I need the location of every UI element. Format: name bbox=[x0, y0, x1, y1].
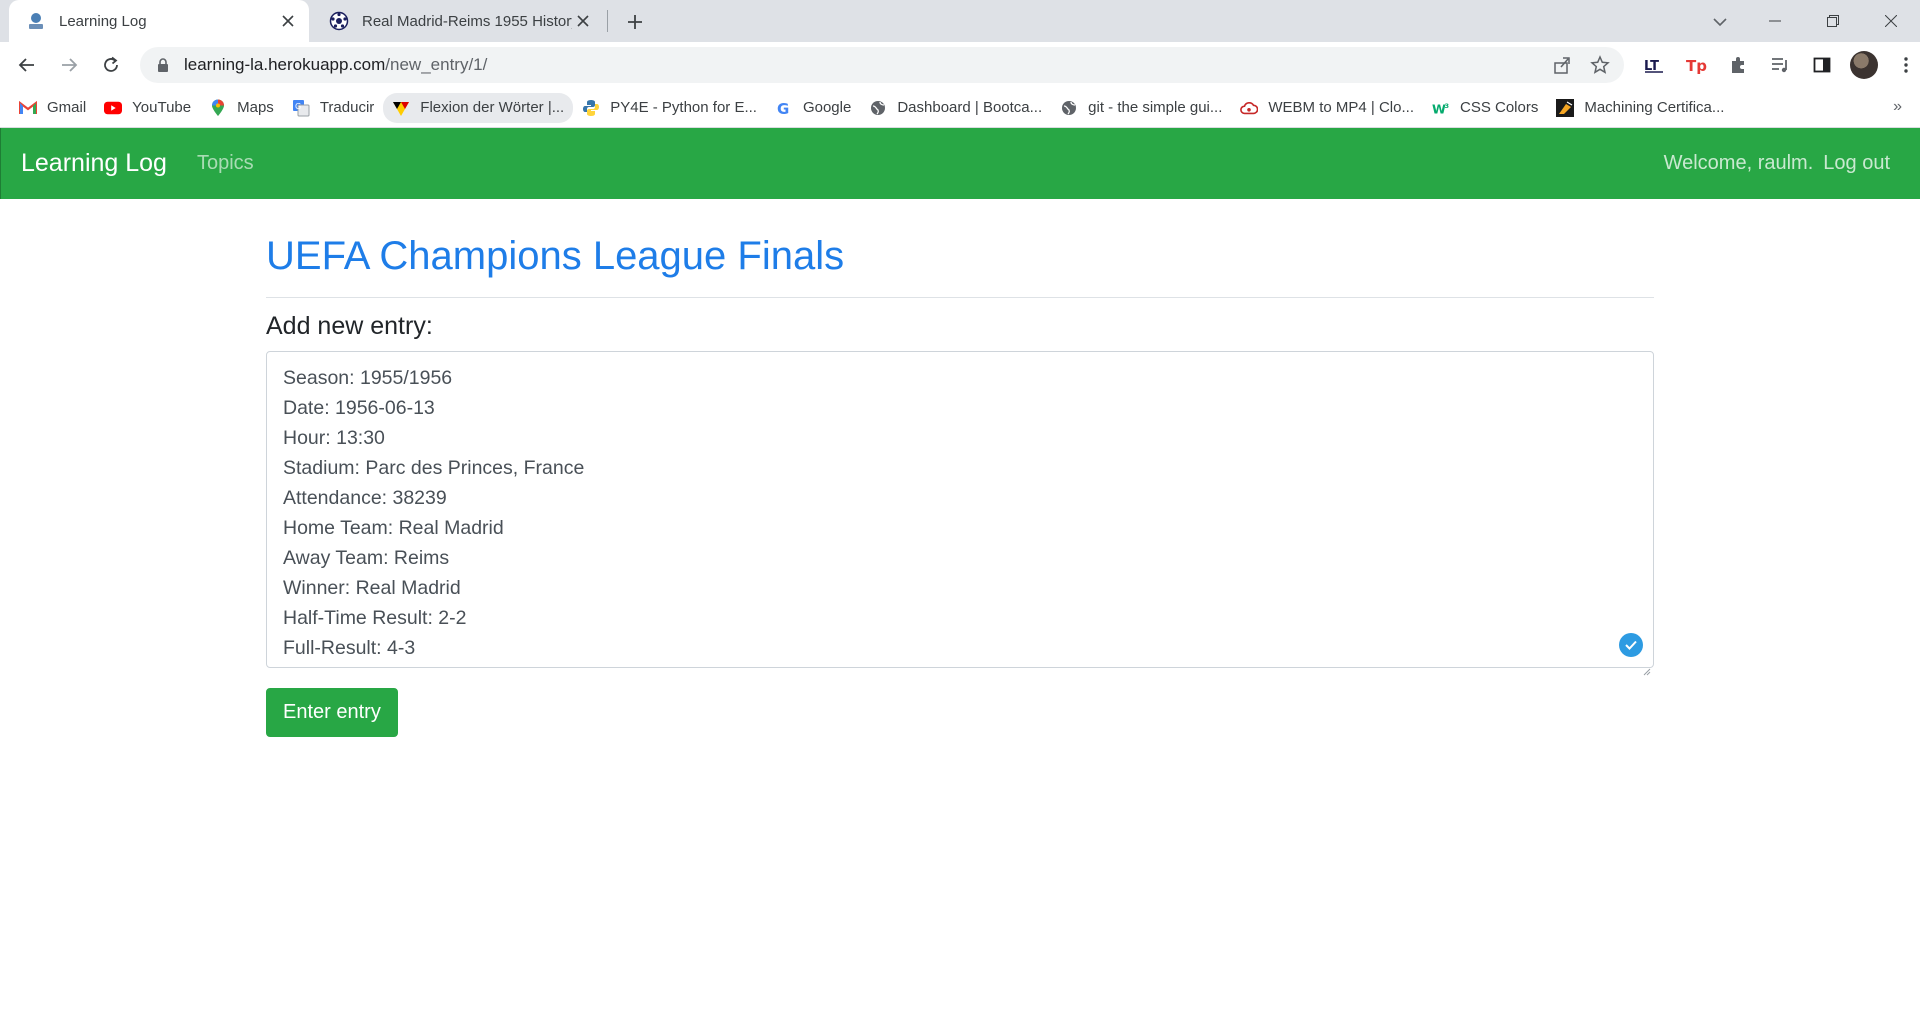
bookmark-label: Gmail bbox=[47, 99, 87, 116]
gmail-icon bbox=[19, 99, 37, 117]
entry-line: Hour: 13:30 bbox=[283, 427, 385, 449]
languagetool-extension-icon[interactable]: LT bbox=[1636, 47, 1672, 83]
divider bbox=[266, 297, 1654, 298]
machining-icon bbox=[1556, 98, 1575, 117]
main-container: UEFA Champions League Finals Add new ent… bbox=[266, 200, 1654, 737]
bookmark-label: Machining Certifica... bbox=[1584, 99, 1725, 116]
side-panel-icon[interactable] bbox=[1804, 47, 1840, 83]
bookmark-git[interactable]: git - the simple gui... bbox=[1051, 93, 1231, 123]
entry-line: Winner: Real Madrid bbox=[283, 577, 461, 599]
grammar-check-icon[interactable] bbox=[1619, 633, 1643, 657]
share-icon[interactable] bbox=[1550, 53, 1574, 77]
bookmark-star-icon[interactable] bbox=[1588, 53, 1612, 77]
form-label: Add new entry: bbox=[266, 312, 433, 340]
bookmark-label: Flexion der Wörter |... bbox=[420, 99, 565, 116]
cloud-icon bbox=[1240, 99, 1259, 117]
bookmark-py4e[interactable]: PY4E - Python for E... bbox=[573, 93, 766, 123]
media-queue-icon[interactable] bbox=[1762, 47, 1798, 83]
minimize-icon[interactable] bbox=[1746, 0, 1804, 42]
more-menu-icon[interactable] bbox=[1888, 47, 1920, 83]
entry-line: Season: 1955/1956 bbox=[283, 367, 453, 389]
logout-link[interactable]: Log out bbox=[1823, 152, 1890, 175]
tp-extension-icon[interactable]: Tp bbox=[1678, 47, 1714, 83]
restore-icon[interactable] bbox=[1804, 0, 1862, 42]
entry-line: Stadium: Parc des Princes, France bbox=[283, 457, 585, 479]
svg-text:3: 3 bbox=[1445, 103, 1449, 110]
extensions-puzzle-icon[interactable] bbox=[1720, 47, 1756, 83]
enter-entry-button[interactable]: Enter entry bbox=[266, 688, 398, 737]
tab-learning-log[interactable]: Learning Log bbox=[9, 0, 309, 42]
translate-icon: G bbox=[292, 99, 310, 117]
welcome-text: Welcome, raulm. bbox=[1663, 152, 1814, 174]
tab-title: Learning Log bbox=[59, 12, 147, 30]
app-navbar: Learning Log Topics Welcome, raulm. Log … bbox=[0, 128, 1920, 199]
entry-line: Attendance: 38239 bbox=[283, 487, 447, 509]
topics-link[interactable]: Topics bbox=[197, 152, 254, 175]
close-icon[interactable] bbox=[572, 10, 594, 32]
lock-icon[interactable] bbox=[154, 56, 172, 74]
bookmark-label: CSS Colors bbox=[1459, 99, 1539, 116]
browser-toolbar: learning-la.herokuapp.com/new_entry/1/ L… bbox=[0, 42, 1920, 88]
bookmark-label: Google bbox=[802, 99, 852, 116]
youtube-icon bbox=[104, 99, 123, 117]
back-arrow-icon[interactable] bbox=[9, 47, 45, 83]
tab-real-madrid-reims[interactable]: Real Madrid-Reims 1955 History | bbox=[312, 0, 604, 42]
forward-arrow-icon[interactable] bbox=[51, 47, 87, 83]
bookmark-webm-to-mp4[interactable]: WEBM to MP4 | Clo... bbox=[1231, 93, 1423, 123]
bookmark-gmail[interactable]: Gmail bbox=[10, 93, 95, 123]
bookmark-css-colors[interactable]: W3 CSS Colors bbox=[1423, 93, 1547, 123]
entry-line: Date: 1956-06-13 bbox=[283, 397, 435, 419]
entry-textarea[interactable]: Season: 1955/1956 Date: 1956-06-13 Hour:… bbox=[266, 351, 1654, 676]
bookmark-label: git - the simple gui... bbox=[1088, 99, 1223, 116]
entry-line: Away Team: Reims bbox=[283, 547, 450, 569]
resize-grip-icon[interactable] bbox=[1641, 655, 1651, 676]
bookmark-label: Traducir bbox=[319, 99, 375, 116]
bookmarks-overflow-chevron-icon[interactable]: » bbox=[1893, 98, 1902, 116]
entry-line: Full-Result: 4-3 bbox=[283, 637, 416, 659]
globe-icon bbox=[1060, 99, 1078, 117]
football-icon bbox=[328, 10, 350, 32]
bookmark-google[interactable]: G Google bbox=[766, 93, 860, 123]
maps-icon bbox=[209, 99, 227, 117]
svg-text:G: G bbox=[295, 102, 301, 111]
bookmark-machining[interactable]: Machining Certifica... bbox=[1547, 93, 1733, 123]
close-icon[interactable] bbox=[277, 10, 299, 32]
topic-title[interactable]: UEFA Champions League Finals bbox=[266, 200, 1654, 279]
new-tab-plus-icon[interactable] bbox=[621, 8, 649, 36]
bookmark-label: YouTube bbox=[132, 99, 192, 116]
globe-icon bbox=[869, 99, 887, 117]
reload-icon[interactable] bbox=[93, 47, 129, 83]
w3-icon: W3 bbox=[1432, 99, 1450, 117]
svg-text:G: G bbox=[777, 100, 789, 116]
bookmark-label: PY4E - Python for E... bbox=[610, 99, 757, 116]
svg-text:Tp: Tp bbox=[1686, 57, 1707, 74]
bookmark-youtube[interactable]: YouTube bbox=[95, 93, 200, 123]
window-controls bbox=[1746, 0, 1920, 42]
extensions-area: LT Tp bbox=[1636, 47, 1920, 83]
tab-separator bbox=[607, 10, 608, 32]
bookmark-dashboard[interactable]: Dashboard | Bootca... bbox=[860, 93, 1051, 123]
close-window-icon[interactable] bbox=[1862, 0, 1920, 42]
entry-line: Half-Time Result: 2-2 bbox=[283, 607, 467, 629]
bookmark-label: Dashboard | Bootca... bbox=[897, 99, 1043, 116]
learning-log-favicon-icon bbox=[25, 10, 47, 32]
url-text[interactable]: learning-la.herokuapp.com/new_entry/1/ bbox=[184, 55, 487, 75]
python-icon bbox=[582, 99, 600, 117]
bookmark-label: WEBM to MP4 | Clo... bbox=[1268, 99, 1414, 116]
bookmark-traducir[interactable]: G Traducir bbox=[283, 93, 383, 123]
bookmarks-bar: Gmail YouTube Maps G Traducir Flexion de… bbox=[0, 88, 1920, 128]
brand-link[interactable]: Learning Log bbox=[21, 149, 167, 178]
entry-line: Home Team: Real Madrid bbox=[283, 517, 504, 539]
address-bar[interactable]: learning-la.herokuapp.com/new_entry/1/ bbox=[140, 47, 1624, 83]
bookmark-flexion[interactable]: Flexion der Wörter |... bbox=[383, 92, 574, 123]
tab-title: Real Madrid-Reims 1955 History | bbox=[362, 12, 572, 30]
tab-search-chevron-down-icon[interactable] bbox=[1706, 8, 1734, 36]
google-icon: G bbox=[775, 99, 793, 117]
browser-tabstrip: Learning Log Real Madrid-Reims 1955 Hist… bbox=[0, 0, 1920, 42]
flexion-icon bbox=[392, 99, 410, 117]
bookmark-label: Maps bbox=[237, 99, 274, 116]
bookmark-maps[interactable]: Maps bbox=[200, 93, 283, 123]
profile-avatar[interactable] bbox=[1846, 47, 1882, 83]
